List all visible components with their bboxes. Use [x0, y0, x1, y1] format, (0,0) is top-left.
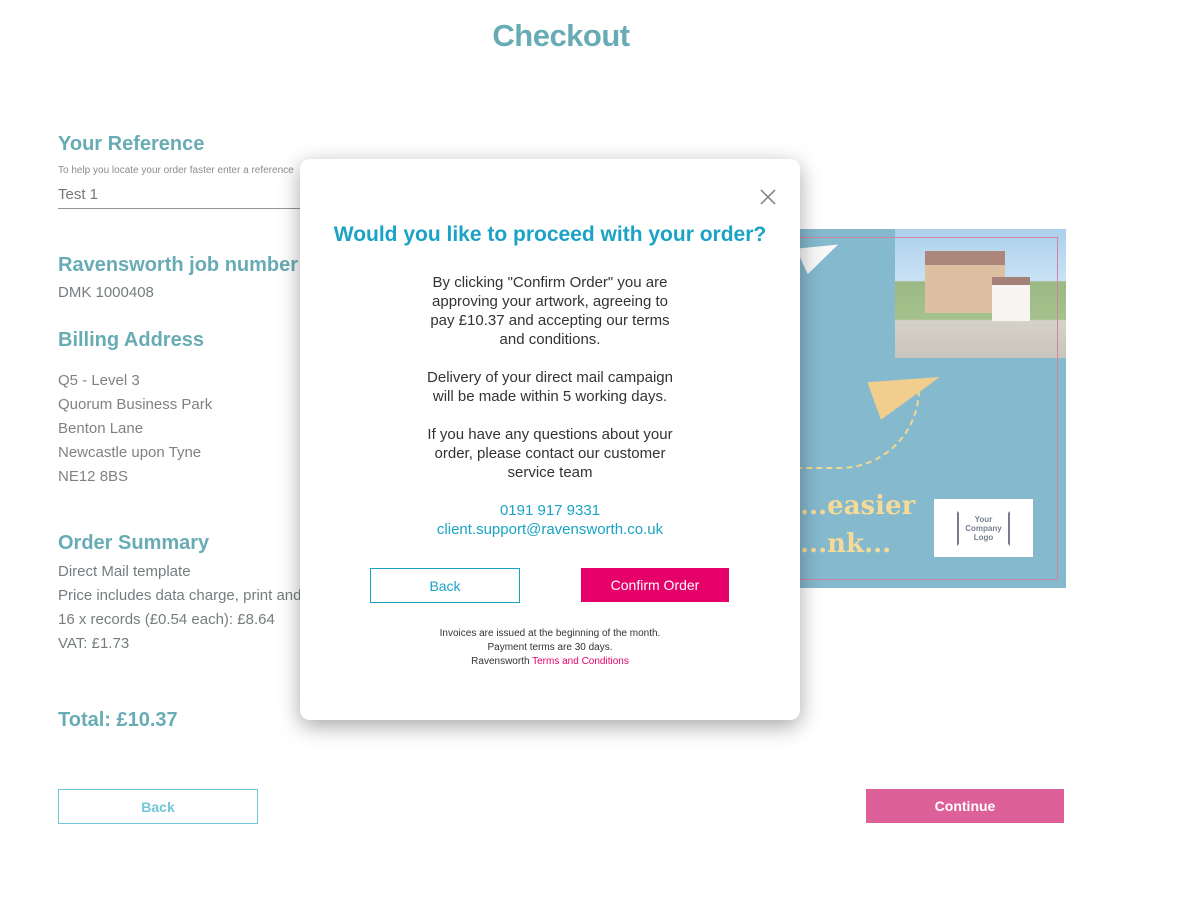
dialog-text-line: pay £10.37 and accepting our terms [430, 312, 670, 329]
dialog-text-line: By clicking "Confirm Order" you are [432, 274, 668, 291]
dialog-text-line: and conditions. [499, 331, 601, 348]
dialog-text-line: service team [507, 464, 593, 481]
dialog-contact-details: 0191 917 9331 client.support@ravensworth… [300, 501, 800, 539]
dialog-text-line: approving your artwork, agreeing to [432, 293, 668, 310]
terms-and-conditions-link[interactable]: Terms and Conditions [532, 656, 629, 667]
dialog-title: Would you like to proceed with your orde… [333, 223, 767, 246]
dialog-paragraph-terms: By clicking "Confirm Order" you are appr… [300, 273, 800, 349]
confirm-order-dialog: Would you like to proceed with your orde… [300, 159, 800, 720]
dialog-back-button[interactable]: Back [370, 568, 520, 603]
dialog-footnote: Invoices are issued at the beginning of … [300, 627, 800, 669]
dialog-paragraph-delivery: Delivery of your direct mail campaign wi… [300, 368, 800, 406]
support-email-link[interactable]: client.support@ravensworth.co.uk [300, 520, 800, 539]
footnote-prefix: Ravensworth [471, 656, 530, 667]
footnote-line: Ravensworth Terms and Conditions [300, 655, 800, 669]
footnote-line: Payment terms are 30 days. [487, 642, 613, 653]
dialog-text-line: will be made within 5 working days. [432, 388, 668, 405]
close-icon[interactable] [758, 187, 778, 207]
dialog-text-line: If you have any questions about your [427, 426, 673, 443]
dialog-paragraph-contact: If you have any questions about your ord… [300, 425, 800, 482]
dialog-text-line: order, please contact our customer [434, 445, 666, 462]
support-phone-link[interactable]: 0191 917 9331 [300, 501, 800, 520]
confirm-order-button[interactable]: Confirm Order [581, 568, 729, 602]
dialog-text-line: Delivery of your direct mail campaign [427, 369, 673, 386]
footnote-line: Invoices are issued at the beginning of … [439, 628, 661, 639]
